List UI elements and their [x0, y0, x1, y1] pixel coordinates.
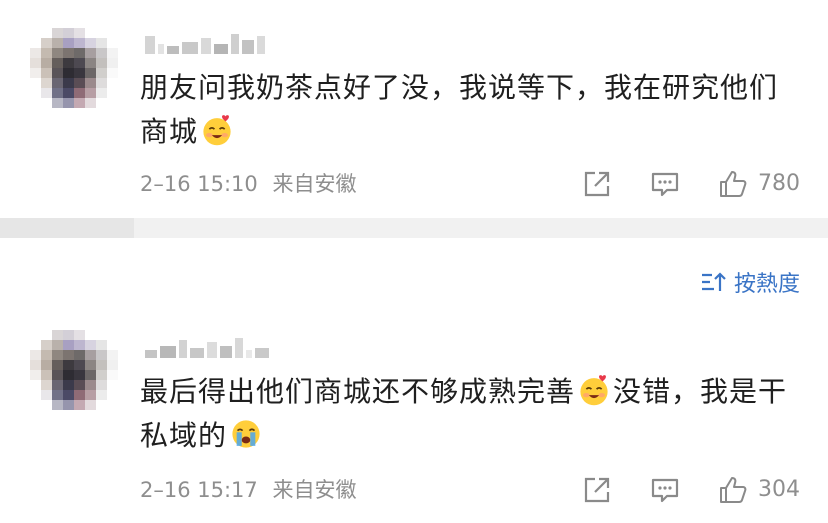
sort-label: 按熱度 — [733, 272, 800, 297]
comment-reply-icon[interactable] — [650, 475, 680, 505]
share-icon[interactable] — [582, 169, 612, 199]
comment-reply-icon[interactable] — [650, 169, 680, 199]
comment-meta: 2–16 15:10 来自安徽 — [140, 169, 356, 199]
comment-item: 最后得出他们商城还不够成熟完善 没错，我是干私域的 2–16 15:17 来自安… — [0, 316, 828, 523]
comment-date: 2–16 15:17 — [140, 478, 258, 502]
thumbs-up-icon[interactable] — [718, 169, 748, 199]
comment-meta: 2–16 15:17 来自安徽 — [140, 475, 356, 505]
username-blurred[interactable] — [145, 32, 265, 54]
like-count: 780 — [758, 171, 800, 196]
sort-icon — [701, 272, 726, 291]
comment-location: 来自安徽 — [272, 478, 357, 502]
comment-date: 2–16 15:10 — [140, 172, 258, 196]
avatar[interactable] — [30, 28, 118, 108]
comment-location: 来自安徽 — [272, 172, 357, 196]
username-blurred[interactable] — [145, 336, 269, 358]
thumbs-up-icon[interactable] — [718, 475, 748, 505]
like-count: 304 — [758, 477, 800, 502]
comment-actions: 304 — [582, 475, 800, 505]
comment-text: 朋友问我奶茶点好了没，我说等下，我在研究他们商城 — [140, 66, 800, 154]
crying-emoji-icon — [232, 420, 260, 448]
comment-text: 最后得出他们商城还不够成熟完善 没错，我是干私域的 — [140, 370, 800, 458]
comment-text-body: 朋友问我奶茶点好了没，我说等下，我在研究他们商城 — [140, 71, 779, 148]
sort-by-hotness-button[interactable]: 按熱度 — [700, 266, 800, 298]
share-icon[interactable] — [582, 475, 612, 505]
smile-with-heart-emoji-icon — [580, 375, 608, 406]
avatar[interactable] — [30, 330, 118, 410]
section-divider — [0, 218, 828, 238]
comment-actions: 780 — [582, 169, 800, 199]
comment-text-body: 最后得出他们商城还不够成熟完善 — [140, 375, 576, 408]
divider-shade — [0, 218, 134, 238]
comment-item: 朋友问我奶茶点好了没，我说等下，我在研究他们商城 2–16 15:10 来自安徽 — [0, 0, 828, 220]
smile-with-heart-emoji-icon — [203, 115, 231, 146]
